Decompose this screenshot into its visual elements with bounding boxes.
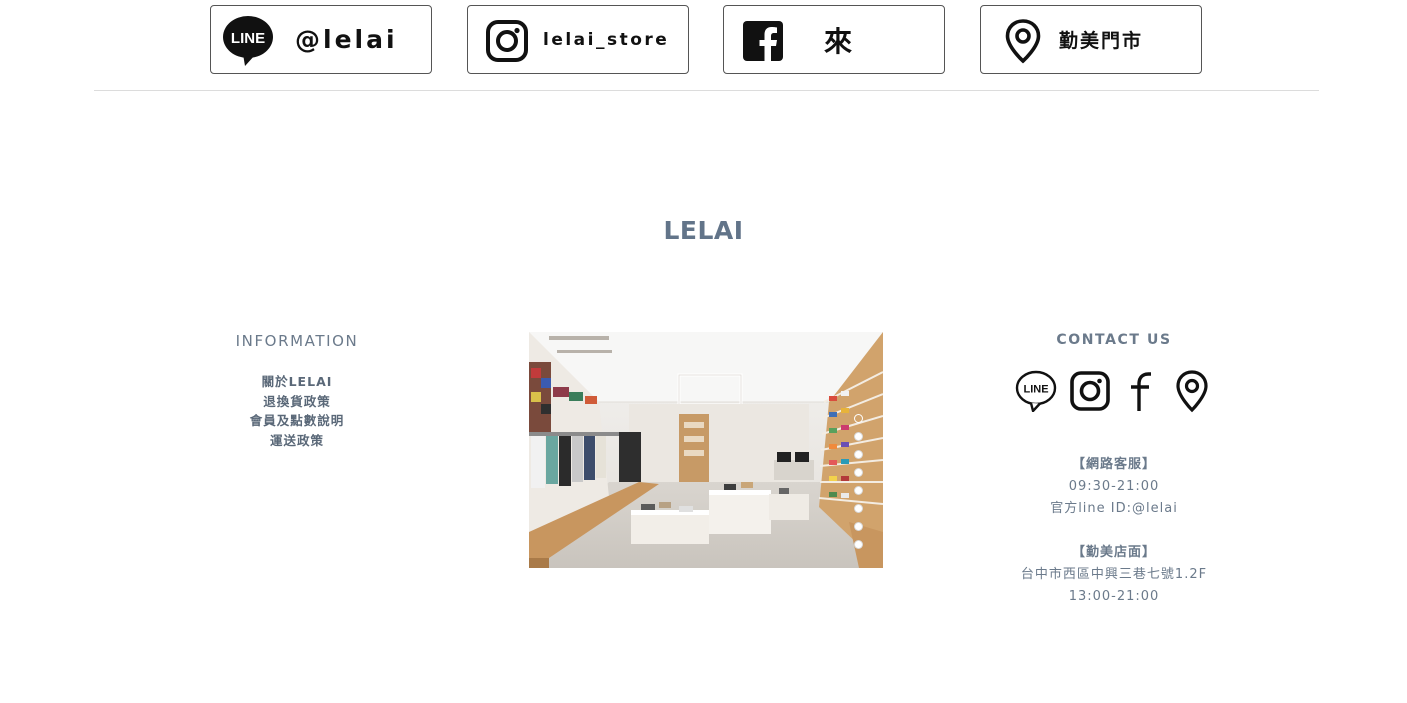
link-about[interactable]: 關於LELAI	[197, 372, 397, 392]
map-pin-icon[interactable]	[1169, 368, 1215, 414]
link-return-policy[interactable]: 退換貨政策	[197, 392, 397, 412]
store-photo-slideshow[interactable]	[529, 332, 883, 568]
link-membership-points[interactable]: 會員及點數說明	[197, 411, 397, 431]
link-shipping-policy[interactable]: 運送政策	[197, 431, 397, 451]
online-service-hours: 09:30-21:00	[1068, 479, 1160, 494]
instagram-icon[interactable]	[1067, 368, 1113, 414]
contact-icons-row: LINE	[1008, 368, 1220, 418]
instagram-icon	[482, 16, 532, 66]
brand-title: LELAI	[663, 216, 744, 245]
social-links-bar: LINE @lelai lelai_store 來 勤美門市	[0, 5, 1407, 74]
store-label: 勤美門市	[1059, 30, 1144, 52]
store-location-button[interactable]: 勤美門市	[980, 5, 1202, 74]
contact-title: CONTACT US	[1056, 332, 1172, 348]
information-section: INFORMATION 關於LELAI 退換貨政策 會員及點數說明 運送政策	[197, 332, 397, 450]
line-icon: LINE	[223, 16, 273, 66]
slide-dot-2[interactable]	[854, 432, 863, 441]
slide-dot-8[interactable]	[854, 540, 863, 549]
svg-text:LINE: LINE	[1023, 384, 1048, 396]
header-divider	[94, 90, 1319, 91]
slide-dot-4[interactable]	[854, 468, 863, 477]
facebook-link-button[interactable]: 來	[723, 5, 945, 74]
store-hours: 13:00-21:00	[1068, 589, 1160, 604]
line-link-button[interactable]: LINE @lelai	[210, 5, 432, 74]
store-heading: 【勤美店面】	[1071, 545, 1156, 560]
slide-dot-1[interactable]	[854, 414, 863, 423]
instagram-link-button[interactable]: lelai_store	[467, 5, 689, 74]
facebook-icon	[738, 16, 788, 66]
facebook-page-label: 來	[824, 24, 853, 58]
slide-dot-7[interactable]	[854, 522, 863, 531]
contact-details: 【網路客服】 09:30-21:00 官方line ID:@lelai 【勤美店…	[1008, 454, 1220, 608]
slide-dot-5[interactable]	[854, 486, 863, 495]
facebook-icon[interactable]	[1118, 368, 1164, 414]
store-address: 台中市西區中興三巷七號1.2F	[1020, 567, 1208, 582]
line-icon[interactable]: LINE	[1013, 368, 1059, 414]
information-title: INFORMATION	[235, 332, 359, 350]
slide-dot-6[interactable]	[854, 504, 863, 513]
line-id-text: 官方line ID:@lelai	[1050, 501, 1178, 516]
line-id-label: @lelai	[295, 25, 398, 54]
slide-dot-3[interactable]	[854, 450, 863, 459]
instagram-handle-label: lelai_store	[543, 29, 670, 50]
slideshow-dots	[854, 414, 864, 558]
svg-text:LINE: LINE	[231, 30, 265, 47]
store-interior-photo	[529, 332, 883, 568]
map-pin-icon	[998, 16, 1048, 66]
contact-section: CONTACT US LINE 【網路客服】 09:30-21:00 官方lin…	[1008, 332, 1220, 608]
online-service-heading: 【網路客服】	[1071, 457, 1156, 472]
